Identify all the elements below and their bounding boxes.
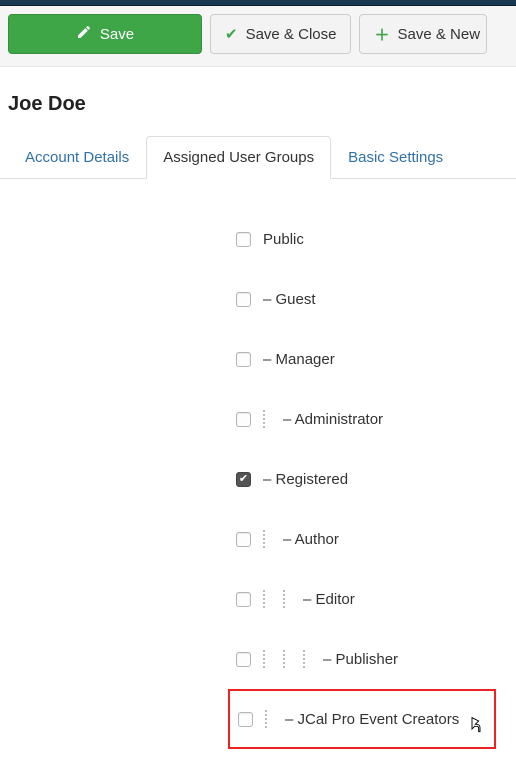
save-button[interactable]: Save xyxy=(8,14,202,54)
group-row: Public xyxy=(8,209,508,269)
tree-indent-icon xyxy=(263,410,265,428)
tree-indent-icon xyxy=(263,590,265,608)
group-label: – Manager xyxy=(263,351,335,368)
group-checkbox[interactable] xyxy=(236,532,251,547)
group-checkbox[interactable] xyxy=(236,652,251,667)
group-label: – JCal Pro Event Creators xyxy=(285,711,459,728)
group-row: – Author xyxy=(8,509,508,569)
group-row: ✔ – Registered xyxy=(8,449,508,509)
save-close-label: Save & Close xyxy=(246,26,337,43)
tab-assigned-user-groups[interactable]: Assigned User Groups xyxy=(146,136,331,179)
group-row: – Manager xyxy=(8,329,508,389)
group-row: – JCal Pro Event Creators xyxy=(228,689,496,749)
save-new-button[interactable]: ＋ Save & New xyxy=(359,14,487,54)
group-checkbox[interactable] xyxy=(236,412,251,427)
group-label: – Publisher xyxy=(323,651,398,668)
group-label: – Editor xyxy=(303,591,355,608)
group-checkbox[interactable] xyxy=(236,292,251,307)
group-row: – Publisher xyxy=(8,629,508,689)
tree-indent-icon xyxy=(263,650,265,668)
group-checkbox[interactable]: ✔ xyxy=(236,472,251,487)
group-row: – Editor xyxy=(8,569,508,629)
tab-account-details[interactable]: Account Details xyxy=(8,136,146,179)
save-new-label: Save & New xyxy=(397,26,480,43)
plus-icon: ＋ xyxy=(374,24,389,45)
tree-indent-icon xyxy=(283,590,285,608)
toolbar: Save ✔ Save & Close ＋ Save & New xyxy=(0,6,516,67)
tab-basic-settings[interactable]: Basic Settings xyxy=(331,136,460,179)
group-label: – Guest xyxy=(263,291,316,308)
group-label: – Author xyxy=(283,531,339,548)
group-checkbox[interactable] xyxy=(238,712,253,727)
tree-indent-icon xyxy=(265,710,267,728)
group-row: – Guest xyxy=(8,269,508,329)
group-label: – Registered xyxy=(263,471,348,488)
tabs: Account Details Assigned User Groups Bas… xyxy=(0,120,516,179)
save-button-label: Save xyxy=(100,26,134,43)
save-close-button[interactable]: ✔ Save & Close xyxy=(210,14,351,54)
group-label: – Administrator xyxy=(283,411,383,428)
tree-indent-icon xyxy=(283,650,285,668)
save-icon xyxy=(76,24,92,44)
pointer-cursor-icon xyxy=(468,715,484,735)
tree-indent-icon xyxy=(303,650,305,668)
tree-indent-icon xyxy=(263,530,265,548)
group-checkbox[interactable] xyxy=(236,352,251,367)
group-label: Public xyxy=(263,231,304,248)
check-icon: ✔ xyxy=(225,25,238,43)
group-checkbox[interactable] xyxy=(236,592,251,607)
group-checkbox[interactable] xyxy=(236,232,251,247)
user-groups-list: Public – Guest – Manager – Administrator ✔ – … xyxy=(0,179,516,769)
group-row: – Administrator xyxy=(8,389,508,449)
page-title: Joe Doe xyxy=(0,67,516,120)
